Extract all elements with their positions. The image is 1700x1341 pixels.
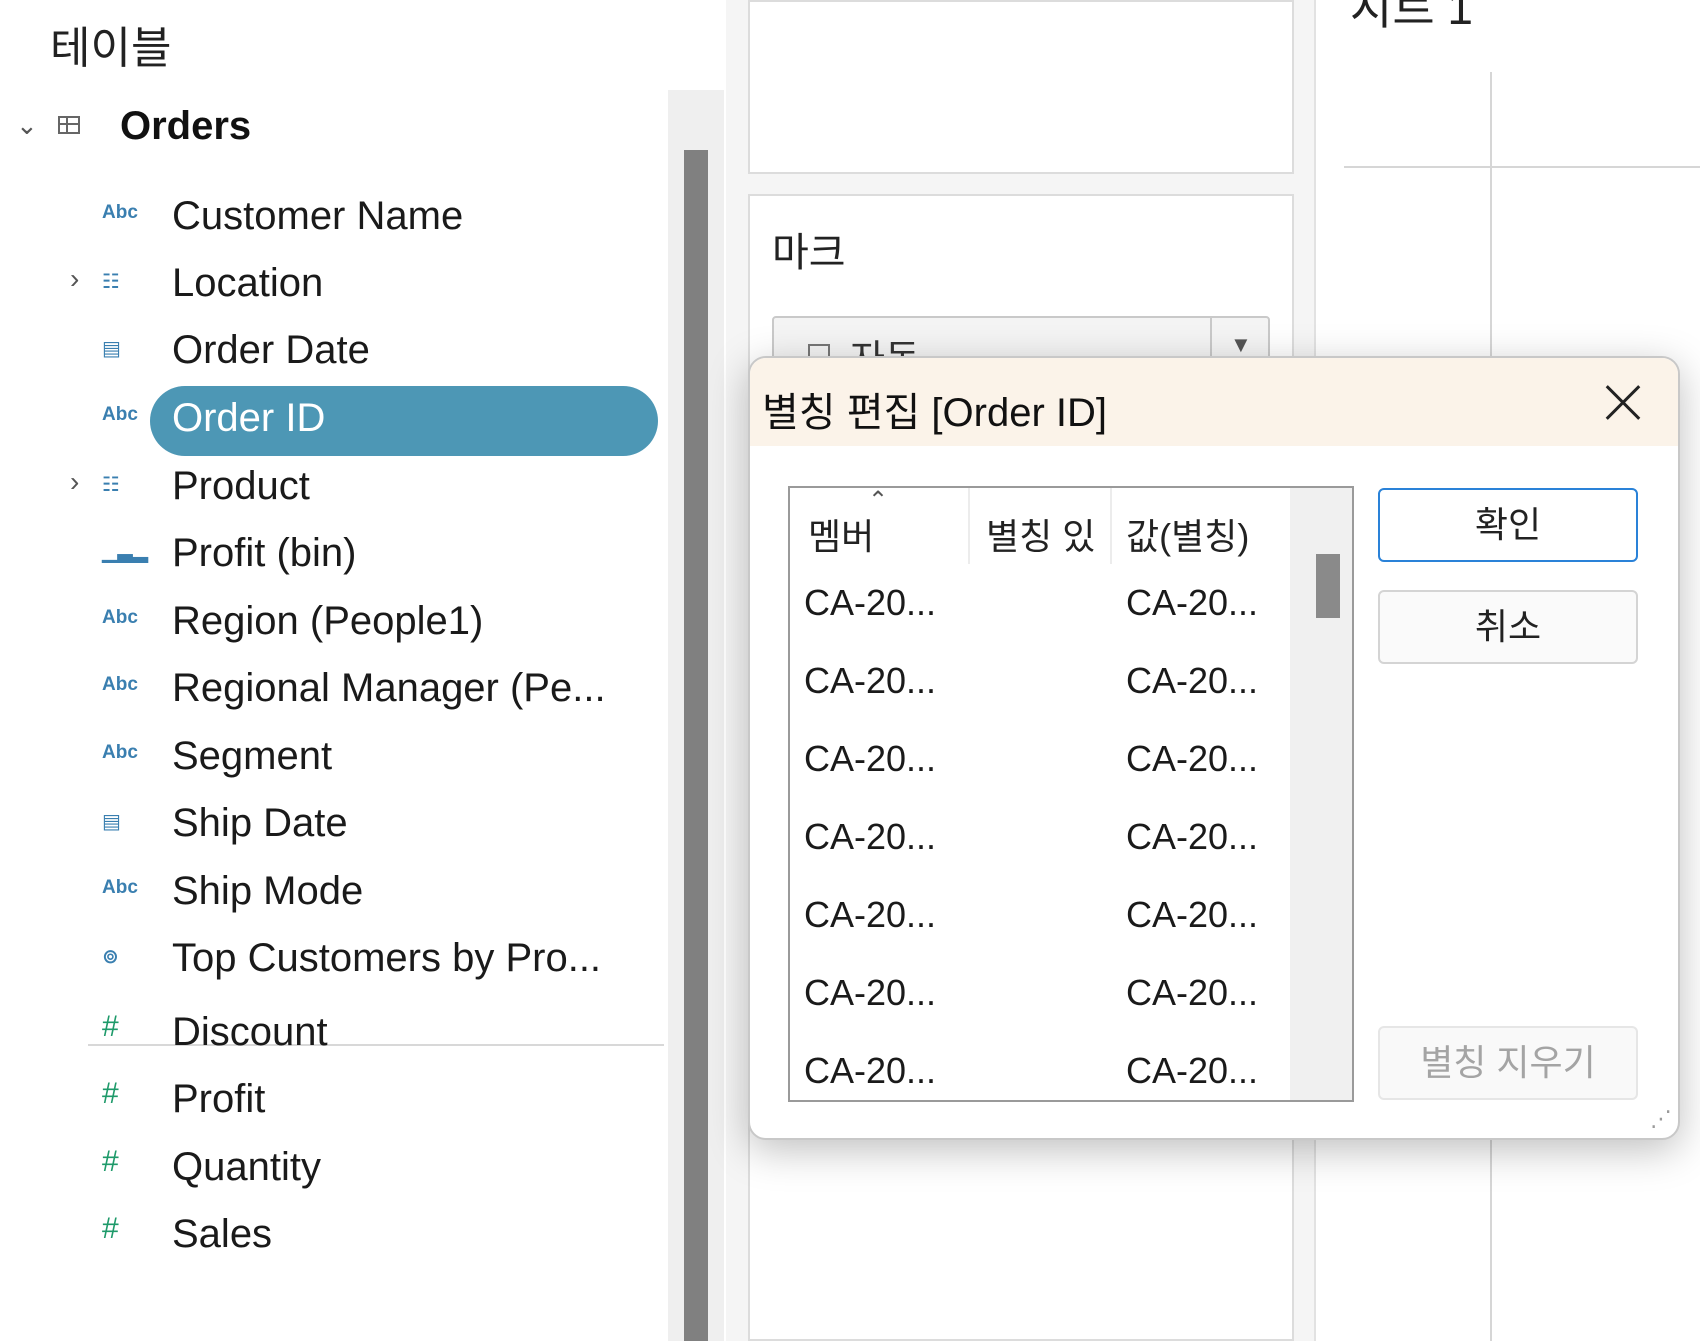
column-header-value[interactable]: 값(별칭) bbox=[1126, 488, 1286, 584]
field-label: Profit (bin) bbox=[172, 531, 357, 575]
cell-member[interactable]: CA-20... bbox=[804, 660, 936, 702]
cell-member[interactable]: CA-20... bbox=[804, 582, 936, 624]
cell-value[interactable]: CA-20... bbox=[1126, 1050, 1258, 1092]
field-label: Regional Manager (Pe... bbox=[172, 666, 606, 710]
data-pane: 테이블 ⌄ Orders Abc Customer Name › ☷ Locat… bbox=[0, 0, 668, 1341]
measure-icon: # bbox=[102, 1010, 119, 1043]
string-type-icon: Abc bbox=[102, 877, 138, 898]
bin-icon: ▁▃▂ bbox=[102, 541, 149, 563]
tables-section-title: 테이블 bbox=[50, 24, 172, 73]
cell-value[interactable]: CA-20... bbox=[1126, 972, 1258, 1014]
field-top-customers[interactable]: ⊚ Top Customers by Pro... bbox=[0, 926, 668, 996]
close-icon[interactable] bbox=[1588, 368, 1658, 438]
filters-shelf[interactable] bbox=[748, 0, 1294, 174]
field-label: Customer Name bbox=[172, 194, 464, 238]
field-discount[interactable]: # Discount bbox=[0, 1000, 668, 1070]
measure-icon: # bbox=[102, 1145, 119, 1178]
chevron-down-icon[interactable]: ⌄ bbox=[16, 110, 38, 141]
field-label: Region (People1) bbox=[172, 599, 484, 643]
field-profit[interactable]: # Profit bbox=[0, 1067, 668, 1137]
field-label: Top Customers by Pro... bbox=[172, 936, 602, 980]
field-ship-date[interactable]: ▤ Ship Date bbox=[0, 791, 668, 861]
string-type-icon: Abc bbox=[102, 202, 138, 223]
field-label: Profit bbox=[172, 1077, 266, 1121]
cell-value[interactable]: CA-20... bbox=[1126, 660, 1258, 702]
cell-value[interactable]: CA-20... bbox=[1126, 816, 1258, 858]
hierarchy-icon: ☷ bbox=[102, 271, 120, 293]
cell-value[interactable]: CA-20... bbox=[1126, 738, 1258, 780]
field-regional-manager[interactable]: Abc Regional Manager (Pe... bbox=[0, 656, 668, 726]
field-product[interactable]: › ☷ Product bbox=[0, 454, 668, 524]
dialog-header: 별칭 편집 [Order ID] bbox=[750, 358, 1678, 446]
clear-aliases-button[interactable]: 별칭 지우기 bbox=[1378, 1026, 1638, 1100]
alias-table[interactable]: ⌃ 멤버 별칭 있 값(별칭) CA-20... CA-20... CA-20.… bbox=[788, 486, 1354, 1102]
column-separator bbox=[1110, 488, 1112, 564]
hierarchy-icon: ☷ bbox=[102, 474, 120, 496]
field-region[interactable]: Abc Region (People1) bbox=[0, 589, 668, 659]
field-label: Order ID bbox=[172, 396, 326, 440]
field-order-date[interactable]: ▤ Order Date bbox=[0, 318, 668, 388]
sheet-title: 시트 1 bbox=[1350, 0, 1474, 34]
chevron-down-icon[interactable]: ▼ bbox=[1230, 332, 1252, 358]
edit-aliases-dialog: 별칭 편집 [Order ID] ⌃ 멤버 별칭 있 값(별칭) CA-20..… bbox=[748, 356, 1680, 1140]
field-label: Product bbox=[172, 464, 310, 508]
measure-icon: # bbox=[102, 1212, 119, 1245]
string-type-icon: Abc bbox=[102, 404, 138, 425]
cell-member[interactable]: CA-20... bbox=[804, 894, 936, 936]
field-label: Quantity bbox=[172, 1145, 321, 1189]
field-label: Sales bbox=[172, 1212, 273, 1256]
column-header-member[interactable]: 멤버 bbox=[808, 488, 938, 584]
calendar-icon: ▤ bbox=[102, 811, 121, 833]
string-type-icon: Abc bbox=[102, 742, 138, 763]
marks-title: 마크 bbox=[772, 231, 846, 275]
field-sales[interactable]: # Sales bbox=[0, 1202, 668, 1272]
table-orders[interactable]: ⌄ Orders bbox=[0, 96, 668, 166]
table-icon bbox=[58, 116, 80, 134]
field-segment[interactable]: Abc Segment bbox=[0, 724, 668, 794]
ok-button[interactable]: 확인 bbox=[1378, 488, 1638, 562]
resize-grip-icon[interactable]: ⋰ bbox=[1650, 1106, 1672, 1132]
cell-member[interactable]: CA-20... bbox=[804, 738, 936, 780]
calendar-icon: ▤ bbox=[102, 338, 121, 360]
dialog-title: 별칭 편집 [Order ID] bbox=[762, 391, 1108, 435]
field-quantity[interactable]: # Quantity bbox=[0, 1135, 668, 1205]
cell-value[interactable]: CA-20... bbox=[1126, 582, 1258, 624]
field-label: Ship Mode bbox=[172, 869, 364, 913]
column-header-has-alias[interactable]: 별칭 있 bbox=[986, 488, 1106, 584]
chevron-right-icon[interactable]: › bbox=[70, 466, 79, 498]
field-order-id[interactable]: Abc Order ID bbox=[0, 386, 668, 456]
data-pane-scroll-thumb[interactable] bbox=[684, 150, 708, 1341]
field-label: Discount bbox=[172, 1010, 328, 1054]
field-label: Location bbox=[172, 261, 324, 305]
field-label: Segment bbox=[172, 734, 333, 778]
field-ship-mode[interactable]: Abc Ship Mode bbox=[0, 859, 668, 929]
field-label: Order Date bbox=[172, 328, 370, 372]
cell-member[interactable]: CA-20... bbox=[804, 972, 936, 1014]
column-separator bbox=[968, 488, 970, 564]
cell-member[interactable]: CA-20... bbox=[804, 1050, 936, 1092]
field-profit-bin[interactable]: ▁▃▂ Profit (bin) bbox=[0, 521, 668, 591]
field-location[interactable]: › ☷ Location bbox=[0, 251, 668, 321]
set-icon: ⊚ bbox=[102, 946, 119, 968]
canvas-gridline bbox=[1344, 166, 1700, 168]
field-customer-name[interactable]: Abc Customer Name bbox=[0, 184, 668, 254]
chevron-right-icon[interactable]: › bbox=[70, 263, 79, 295]
cancel-button[interactable]: 취소 bbox=[1378, 590, 1638, 664]
alias-table-scroll-thumb[interactable] bbox=[1316, 554, 1340, 618]
table-name: Orders bbox=[120, 104, 252, 148]
string-type-icon: Abc bbox=[102, 674, 138, 695]
cell-member[interactable]: CA-20... bbox=[804, 816, 936, 858]
field-label: Ship Date bbox=[172, 801, 348, 845]
string-type-icon: Abc bbox=[102, 607, 138, 628]
cell-value[interactable]: CA-20... bbox=[1126, 894, 1258, 936]
measure-icon: # bbox=[102, 1077, 119, 1110]
